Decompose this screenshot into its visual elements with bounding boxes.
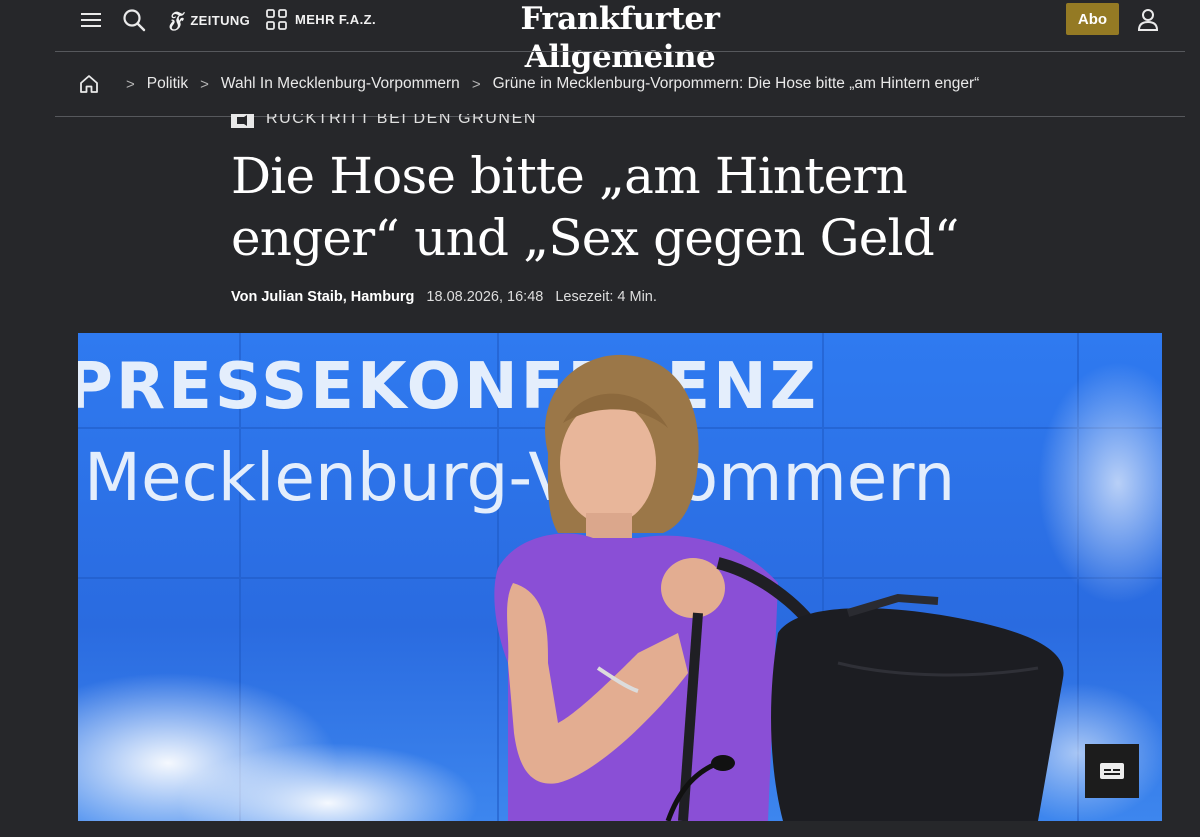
breadcrumb-divider [55,116,1185,117]
abo-button[interactable]: Abo [1066,3,1119,35]
home-icon[interactable] [78,73,100,95]
breadcrumb-item-current[interactable]: Grüne in Mecklenburg-Vorpommern: Die Hos… [493,75,980,93]
author-link[interactable]: Von Julian Staib, Hamburg [231,289,414,305]
zeitung-link[interactable]: 𝔉 ZEITUNG [168,9,250,31]
backdrop-text-pressekonferenz: PRESSEKONFERENZ [78,350,819,424]
hero-image: PRESSEKONFERENZ Mecklenburg-Vorpommern [78,333,1162,821]
faz-f-icon: 𝔉 [168,7,183,33]
publish-date: 18.08.2026, 16:48 [426,289,544,305]
breadcrumb-separator: > [126,75,135,93]
caption-toggle-button[interactable] [1085,744,1139,798]
mehr-faz-label: MEHR F.A.Z. [295,12,376,27]
kicker-badge-icon [231,114,254,128]
faz-masthead-logo[interactable]: Frankfurter Allgemeine [440,0,800,76]
article-kicker: RÜCKTRITT BEI DEN GRÜNEN [231,114,551,128]
breadcrumb-item-politik[interactable]: Politik [147,75,188,93]
headline-line-2: enger“ und „Sex gegen Geld“ [231,209,959,267]
grid-icon [266,9,287,30]
search-icon[interactable] [121,7,147,33]
breadcrumb: > Politik > Wahl In Mecklenburg-Vorpomme… [78,72,979,96]
reading-time: Lesezeit: 4 Min. [555,289,657,305]
zeitung-label: ZEITUNG [190,12,251,28]
breadcrumb-separator: > [471,75,481,93]
nav-divider [55,51,1185,52]
backdrop-text-mv: Mecklenburg-Vorpommern [84,439,955,516]
article-headline: Die Hose bitte „am Hintern enger“ und „S… [231,145,991,269]
user-icon[interactable] [1135,7,1161,33]
headline-line-1: Die Hose bitte „am Hintern [231,147,908,205]
caption-icon [1100,763,1124,779]
kicker-text: RÜCKTRITT BEI DEN GRÜNEN [266,114,538,127]
mehr-faz-link[interactable]: MEHR F.A.Z. [266,9,376,30]
article-byline: Von Julian Staib, Hamburg 18.08.2026, 16… [231,289,657,305]
breadcrumb-item-wahl[interactable]: Wahl In Mecklenburg-Vorpommern [221,75,460,93]
top-navigation: 𝔉 ZEITUNG MEHR F.A.Z. Frankfurter Allgem… [0,0,1200,75]
breadcrumb-separator: > [200,75,209,93]
menu-icon[interactable] [78,7,104,33]
